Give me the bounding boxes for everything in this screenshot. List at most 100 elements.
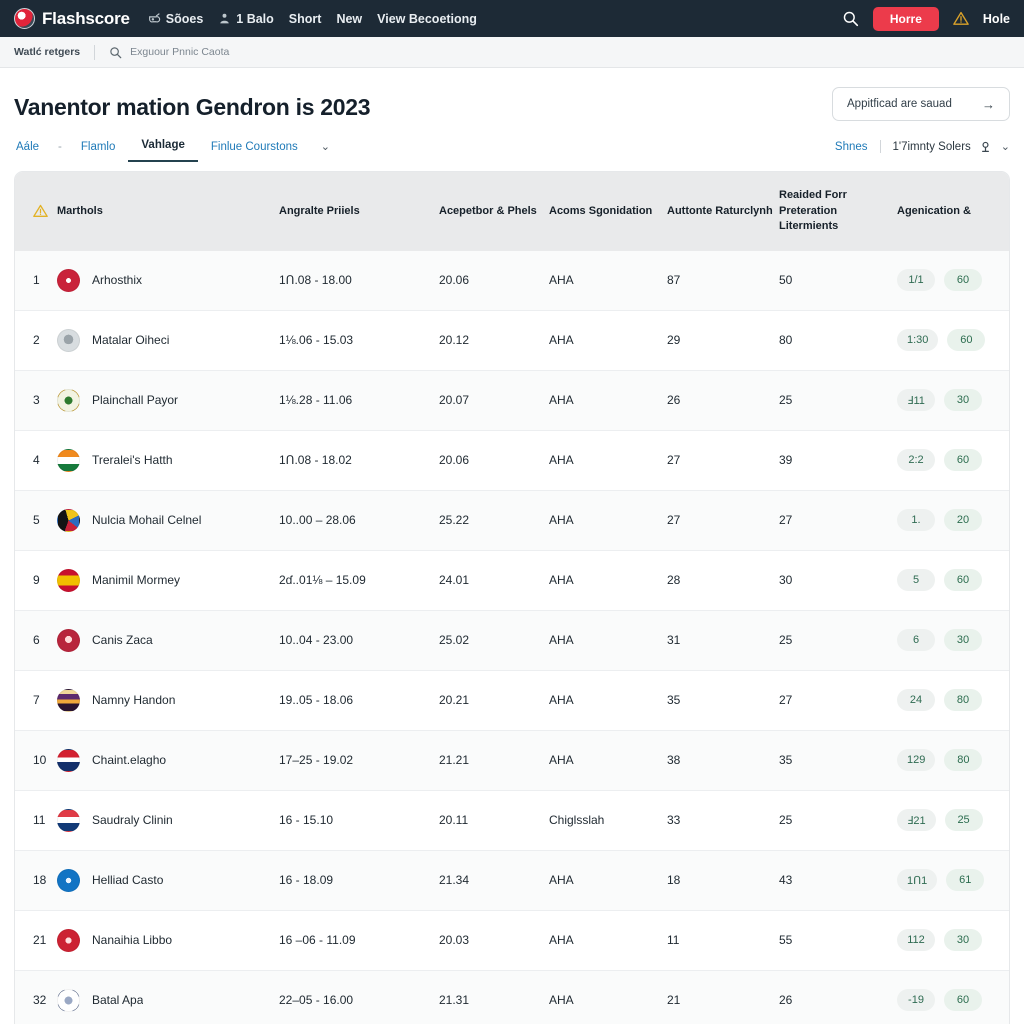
team-name: Chaint.elagho xyxy=(92,753,167,768)
nav-item-1balo-label: 1 Balo xyxy=(236,11,274,26)
row-team-cell[interactable]: Saudraly Clinin xyxy=(57,790,279,851)
row-rank: 4 xyxy=(15,430,57,491)
row-team-cell[interactable]: Nulcia Mohail Celnel xyxy=(57,490,279,551)
header-marthols[interactable]: Marthols xyxy=(57,172,279,251)
row-team-cell[interactable]: Namny Handon xyxy=(57,670,279,731)
table-row[interactable]: 2 Matalar Oiheci 1⅛.06 - 15.03 20.12 AHA 29 80… xyxy=(15,310,1009,371)
chevron-down-icon[interactable]: ⌄ xyxy=(311,140,340,162)
location-pin-icon[interactable] xyxy=(979,140,992,153)
home-cta-button[interactable]: Horre xyxy=(872,6,939,31)
row-reaided: 39 xyxy=(779,430,897,491)
header-agenication[interactable]: Agenication & xyxy=(897,172,1009,251)
header-warning-cell xyxy=(15,172,57,251)
table-header-row: Marthols Angralte Priiels Acepetbor & Ph… xyxy=(15,172,1009,251)
row-team-cell[interactable]: Manimil Mormey xyxy=(57,550,279,611)
tabs-right-group: Shnes 1'7imnty Solers ⌄ xyxy=(835,140,1010,162)
nav-item-short[interactable]: Short xyxy=(289,12,322,26)
table-row[interactable]: 11 Saudraly Clinin 16 - 15.10 20.11 Chiglssl… xyxy=(15,790,1009,851)
row-acepetbor: 25.22 xyxy=(439,490,549,551)
nav-item-view-becoetiong[interactable]: View Becoetiong xyxy=(377,12,477,26)
brand-logo-group[interactable]: Flashscore xyxy=(14,8,130,29)
account-link[interactable]: Hole xyxy=(983,12,1010,26)
row-team-cell[interactable]: Helliad Casto xyxy=(57,850,279,911)
shnes-link[interactable]: Shnes xyxy=(835,141,868,153)
table-row[interactable]: 5 Nulcia Mohail Celnel 10..00 – 28.06 25.22… xyxy=(15,490,1009,551)
row-reaided: 26 xyxy=(779,970,897,1024)
row-angralte: 1Ո.08 - 18.02 xyxy=(279,430,439,491)
row-acepetbor: 20.12 xyxy=(439,310,549,371)
nav-item-new[interactable]: New xyxy=(336,12,362,26)
table-row[interactable]: 1 Arhosthix 1Ո.08 - 18.00 20.06 AHA 87 50 1/1 60 xyxy=(15,250,1009,311)
team-name: Namny Handon xyxy=(92,693,176,708)
badge-primary: 129 xyxy=(897,749,936,772)
row-team-cell[interactable]: Chaint.elagho xyxy=(57,730,279,791)
team-name: Nulcia Mohail Celnel xyxy=(92,513,202,528)
team-name: Helliad Casto xyxy=(92,873,164,888)
tab-flamlo[interactable]: Flamlo xyxy=(68,141,129,162)
search-icon xyxy=(110,46,122,58)
table-row[interactable]: 32 Batal Apa 22–05 - 16.00 21.31 AHA 21 26 -19 6… xyxy=(15,970,1009,1024)
header-acepetbor-phels[interactable]: Acepetbor & Phels xyxy=(439,172,549,251)
row-auttonte: 18 xyxy=(667,850,779,911)
row-angralte: 10..04 - 23.00 xyxy=(279,610,439,671)
header-angralte-priiels[interactable]: Angralte Priiels xyxy=(279,172,439,251)
row-auttonte: 31 xyxy=(667,610,779,671)
nav-item-1balo[interactable]: 1 Balo xyxy=(218,12,274,26)
badge-primary: 1Ո1 xyxy=(897,869,938,892)
person-icon xyxy=(220,13,230,24)
warning-triangle-icon xyxy=(33,205,48,218)
badge-primary: 6 xyxy=(897,629,935,652)
row-team-cell[interactable]: Nanaihia Libbo xyxy=(57,910,279,971)
chevron-down-icon[interactable]: ⌄ xyxy=(1001,140,1010,153)
header-acoms-sgonidation[interactable]: Acoms Sgonidation xyxy=(549,172,667,251)
row-auttonte: 87 xyxy=(667,250,779,311)
standings-table: Marthols Angralte Priiels Acepetbor & Ph… xyxy=(14,171,1010,1024)
row-rank: 3 xyxy=(15,370,57,431)
tab-aale[interactable]: Aále xyxy=(14,141,52,162)
table-row[interactable]: 10 Chaint.elagho 17–25 - 19.02 21.21 AHA 38 35… xyxy=(15,730,1009,791)
secondary-bar-label[interactable]: Watlć retgers xyxy=(14,46,80,58)
nav-item-soes[interactable]: Sõoes xyxy=(148,11,204,26)
badge-secondary: 30 xyxy=(944,929,982,952)
table-row[interactable]: 18 Helliad Casto 16 - 18.09 21.34 AHA 18 43 1Ո1… xyxy=(15,850,1009,911)
search-icon[interactable] xyxy=(842,10,859,27)
brand-name: Flashscore xyxy=(42,8,130,28)
tab-finlue-courstons[interactable]: Finlue Courstons xyxy=(198,141,311,162)
row-auttonte: 29 xyxy=(667,310,779,371)
row-rank: 32 xyxy=(15,970,57,1024)
badge-primary: 1:30 xyxy=(897,329,939,352)
row-team-cell[interactable]: Matalar Oiheci xyxy=(57,310,279,371)
header-auttonte-raturclynh[interactable]: Auttonte Raturclynh xyxy=(667,172,779,251)
row-acepetbor: 21.21 xyxy=(439,730,549,791)
row-team-cell[interactable]: Arhosthix xyxy=(57,250,279,311)
header-reaided-forr-preteration[interactable]: Reaided Forr Preteration Litermients xyxy=(779,172,897,251)
table-row[interactable]: 3 Plainchall Payor 1⅛.28 - 11.06 20.07 AHA 26… xyxy=(15,370,1009,431)
row-team-cell[interactable]: Treralei's Hatth xyxy=(57,430,279,491)
table-row[interactable]: 4 Treralei's Hatth 1Ո.08 - 18.02 20.06 AHA 27… xyxy=(15,430,1009,491)
row-agenication: Ⅎ21 25 xyxy=(897,790,1009,851)
badge-primary: Ⅎ21 xyxy=(897,809,936,832)
search-placeholder: Exguour Pnnic Caota xyxy=(130,46,230,58)
badge-secondary: 60 xyxy=(944,269,982,292)
row-acepetbor: 20.21 xyxy=(439,670,549,731)
row-rank: 21 xyxy=(15,910,57,971)
row-acepetbor: 20.06 xyxy=(439,430,549,491)
table-row[interactable]: 9 Manimil Mormey 2ɗ..01⅛ – 15.09 24.01 AHA 28… xyxy=(15,550,1009,611)
row-acoms: AHA xyxy=(549,610,667,671)
nav-item-soes-label: Sõoes xyxy=(165,11,204,26)
warning-icon[interactable] xyxy=(953,11,969,26)
table-row[interactable]: 21 Nanaihia Libbo 16 –06 - 11.09 20.03 AHA 11… xyxy=(15,910,1009,971)
badge-primary: 24 xyxy=(897,689,935,712)
row-agenication: 5 60 xyxy=(897,550,1009,611)
search-input[interactable]: Exguour Pnnic Caota xyxy=(109,46,229,59)
applied-squad-button[interactable]: Appitficad are sauad → xyxy=(832,87,1010,121)
row-rank: 10 xyxy=(15,730,57,791)
row-team-cell[interactable]: Canis Zaca xyxy=(57,610,279,671)
row-team-cell[interactable]: Plainchall Payor xyxy=(57,370,279,431)
table-row[interactable]: 6 Canis Zaca 10..04 - 23.00 25.02 AHA 31 25 6 30 xyxy=(15,610,1009,671)
badge-secondary: 60 xyxy=(944,569,982,592)
tab-separator: - xyxy=(58,141,62,153)
row-team-cell[interactable]: Batal Apa xyxy=(57,970,279,1024)
table-row[interactable]: 7 Namny Handon 19..05 - 18.06 20.21 AHA 35 27 2… xyxy=(15,670,1009,731)
tab-vahlage[interactable]: Vahlage xyxy=(128,139,198,162)
